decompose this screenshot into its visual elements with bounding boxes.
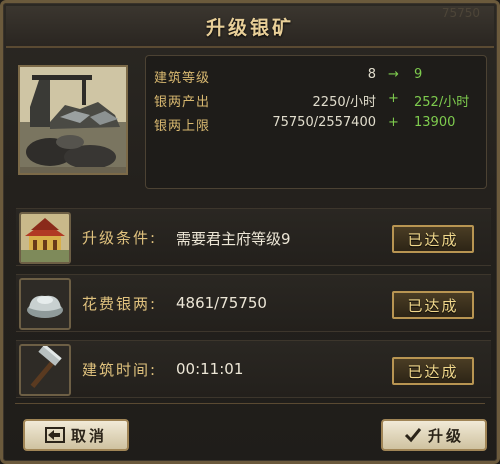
back-arrow-icon bbox=[44, 427, 65, 443]
silver-ingot-icon bbox=[19, 278, 71, 330]
stats-panel: 建筑等级 8 → 9 银两产出 2250/小时 + 252/小时 银两上限 75… bbox=[145, 55, 487, 189]
condition-value: 00:11:01 bbox=[176, 360, 244, 378]
upgrade-button[interactable]: 升级 bbox=[381, 419, 487, 451]
footer-divider bbox=[15, 403, 485, 404]
silver-mine-thumbnail bbox=[18, 65, 128, 175]
condition-label: 建筑时间: bbox=[82, 361, 158, 379]
cancel-button[interactable]: 取消 bbox=[23, 419, 129, 451]
palace-icon bbox=[19, 212, 71, 264]
upgrade-dialog: 升级银矿 75750 建筑等级 8 → 9 银两产出 2250/小时 + 252… bbox=[0, 0, 500, 464]
stat-row-building-level: 建筑等级 8 → 9 bbox=[146, 67, 486, 91]
condition-row-cost: 花费银两: 4861/75750 已达成 bbox=[16, 274, 491, 332]
upgrade-label: 升级 bbox=[427, 426, 464, 445]
stat-label: 建筑等级 bbox=[154, 71, 211, 86]
arrow-right-icon: → bbox=[388, 67, 399, 82]
stat-current: 2250/小时 bbox=[312, 95, 376, 110]
condition-row-requirement: 升级条件: 需要君主府等级9 已达成 bbox=[16, 208, 491, 266]
dialog-title: 升级银矿 bbox=[205, 16, 294, 39]
status-badge: 已达成 bbox=[392, 225, 474, 253]
condition-row-build-time: 建筑时间: 00:11:01 已达成 bbox=[16, 340, 491, 398]
stat-current: 8 bbox=[367, 67, 376, 82]
condition-label: 升级条件: bbox=[82, 229, 158, 247]
stat-current: 75750/2557400 bbox=[272, 115, 376, 130]
stat-label: 银两产出 bbox=[154, 95, 211, 110]
status-badge: 已达成 bbox=[392, 357, 474, 385]
stat-row-silver-output: 银两产出 2250/小时 + 252/小时 bbox=[146, 91, 486, 115]
plus-icon: + bbox=[388, 91, 399, 106]
title-bar: 升级银矿 75750 bbox=[6, 6, 494, 48]
condition-label: 花费银两: bbox=[82, 295, 158, 313]
hammer-icon bbox=[19, 344, 71, 396]
condition-value: 需要君主府等级9 bbox=[176, 230, 291, 248]
cancel-label: 取消 bbox=[70, 426, 107, 445]
stat-next: 9 bbox=[414, 67, 423, 82]
condition-value: 4861/75750 bbox=[176, 294, 267, 312]
stat-next: 252/小时 bbox=[414, 95, 470, 110]
plus-icon: + bbox=[388, 115, 399, 130]
stat-label: 银两上限 bbox=[154, 119, 211, 134]
status-badge: 已达成 bbox=[392, 291, 474, 319]
checkmark-icon bbox=[404, 427, 422, 443]
stat-row-silver-cap: 银两上限 75750/2557400 + 13900 bbox=[146, 115, 486, 139]
stat-next: 13900 bbox=[414, 115, 456, 130]
title-watermark: 75750 bbox=[441, 6, 480, 20]
